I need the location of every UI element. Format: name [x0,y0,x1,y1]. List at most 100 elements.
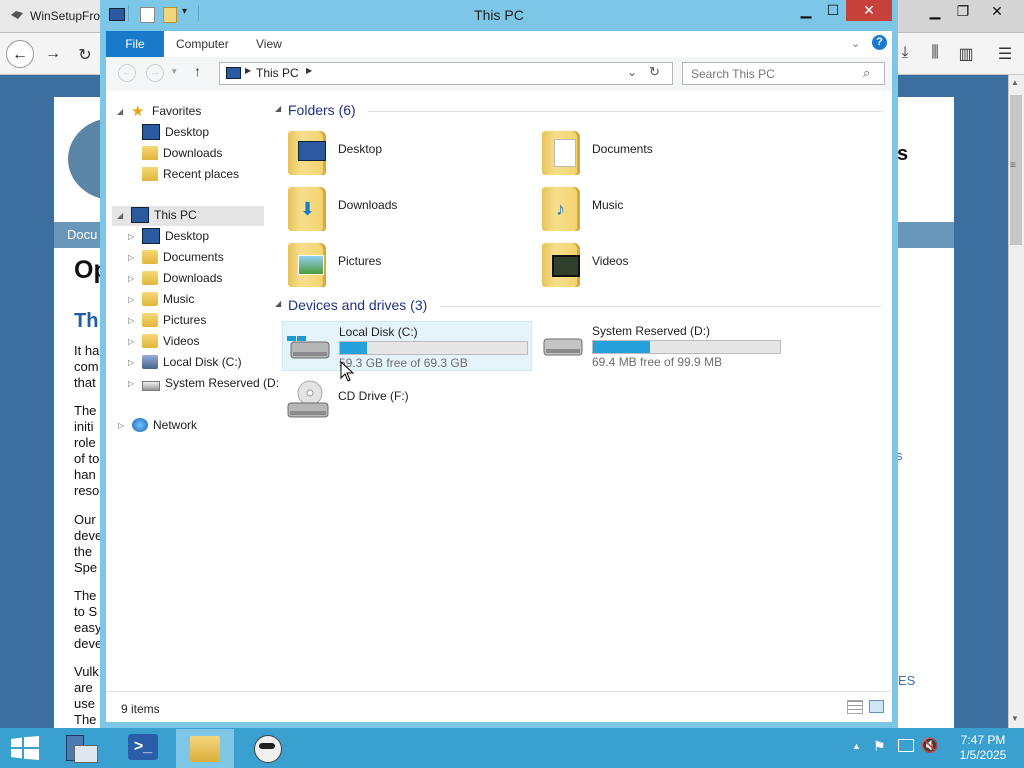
drive-cd-f[interactable]: CD Drive (F:) [282,375,532,425]
nav-pc-downloads[interactable]: ▷ Downloads [128,268,222,289]
back-icon[interactable]: ← [118,64,136,82]
search-icon[interactable]: ⌕ [863,65,870,81]
chevron-down-icon[interactable]: ⌄ [627,65,637,79]
collapse-icon[interactable]: ◢ [117,101,127,122]
nav-this-pc[interactable]: ◢ This PC [117,205,197,226]
tab-computer[interactable]: Computer [176,31,229,57]
folder-pictures[interactable]: Pictures [282,237,532,289]
folder-music[interactable]: ♪ Music [536,181,786,233]
browser-restore-button[interactable]: ❐ [946,0,980,22]
server-manager-icon[interactable] [64,733,98,763]
drive-system-reserved-d[interactable]: System Reserved (D:) 69.4 MB free of 99.… [536,321,786,371]
collapse-icon[interactable]: ◢ [117,205,127,226]
folders-group-header[interactable]: Folders (6) [288,102,356,118]
breadcrumb-this-pc[interactable]: This PC [256,66,299,80]
collapse-group-icon[interactable]: ◢ [275,299,281,308]
expand-icon[interactable]: ▷ [128,331,138,352]
star-icon: ★ [131,103,145,121]
recent-locations-icon[interactable]: ▾ [172,66,177,77]
music-folder-icon: ♪ [542,187,580,231]
expand-icon[interactable]: ▷ [128,310,138,331]
search-input[interactable]: Search This PC [691,67,775,81]
chevron-right-icon[interactable]: ▶ [245,66,251,75]
sidebar-icon[interactable]: ▥ [955,44,977,64]
clock-time: 7:47 PM [960,733,1006,747]
nav-favorites-downloads[interactable]: Downloads [142,143,222,164]
grip-icon: ≡ [1010,160,1016,171]
nav-pc-music[interactable]: ▷ Music [128,289,194,310]
nav-pc-local-disk[interactable]: ▷ Local Disk (C:) [128,352,242,373]
title-bar[interactable]: ▾ This PC ▁ ☐ ✕ [100,0,898,30]
recent-places-icon [142,166,158,181]
start-button[interactable] [11,736,39,760]
downloads-folder-icon [142,145,158,160]
menu-icon[interactable]: ☰ [994,44,1016,64]
tab-file[interactable]: File [106,31,164,57]
documents-folder-icon [142,249,158,264]
expand-icon[interactable]: ▷ [128,373,138,394]
expand-icon[interactable]: ▷ [128,289,138,310]
this-pc-icon [226,67,241,79]
drive-local-disk-c[interactable]: Local Disk (C:) 59.3 GB free of 69.3 GB [282,321,532,371]
close-button[interactable]: ✕ [846,0,892,21]
minimize-button[interactable]: ▁ [792,0,820,21]
action-center-flag-icon[interactable]: ⚑ [873,738,886,755]
ribbon-expand-icon[interactable]: ⌄ [851,37,860,50]
expand-icon[interactable]: ▷ [128,268,138,289]
nav-pc-videos[interactable]: ▷ Videos [128,331,199,352]
nav-pc-pictures[interactable]: ▷ Pictures [128,310,206,331]
web-paragraph: Our deve the Spe [74,512,103,575]
tab-view[interactable]: View [256,31,282,57]
powershell-icon[interactable]: >_ [128,734,158,760]
videos-folder-icon [542,243,580,287]
browser-tab[interactable]: WinSetupFro [0,0,100,32]
nav-favorites-recent[interactable]: Recent places [142,164,239,185]
expand-icon[interactable]: ▷ [118,415,128,436]
up-icon[interactable]: ↑ [194,63,201,79]
volume-muted-icon[interactable]: 🔇 [921,737,938,754]
folder-documents[interactable]: Documents [536,125,786,177]
folder-downloads[interactable]: ⬇ Downloads [282,181,532,233]
web-right-link[interactable]: ES [898,673,915,688]
nav-network[interactable]: ▷ Network [118,415,197,436]
expand-icon[interactable]: ▷ [128,247,138,268]
show-hidden-icons[interactable]: ▲ [852,741,861,751]
network-tray-icon[interactable] [898,739,914,752]
desktop-icon [142,227,160,244]
taskbar-explorer-button[interactable] [176,729,234,768]
web-paragraph: The initi role of to han reso [74,403,100,498]
nav-pc-documents[interactable]: ▷ Documents [128,247,224,268]
firefox-icon[interactable] [250,733,284,765]
collapse-group-icon[interactable]: ◢ [275,104,281,113]
large-icons-view-icon[interactable] [869,700,884,713]
browser-close-button[interactable]: ✕ [980,0,1014,22]
address-bar[interactable]: ▶ This PC ▶ ⌄ ↻ [219,62,673,85]
devices-group-header[interactable]: Devices and drives (3) [288,297,427,313]
expand-icon[interactable]: ▷ [128,226,138,247]
videos-folder-icon [142,333,158,348]
refresh-icon[interactable]: ↻ [649,64,660,80]
details-view-icon[interactable] [847,700,863,714]
nav-favorites[interactable]: ◢ ★ Favorites [117,101,201,122]
back-button[interactable]: ← [6,40,34,68]
pictures-folder-icon [142,312,158,327]
folder-videos[interactable]: Videos [536,237,786,289]
reload-button[interactable]: ↻ [74,45,96,65]
web-nav-text[interactable]: Docu [67,227,97,242]
folder-desktop[interactable]: Desktop [282,125,532,177]
maximize-button[interactable]: ☐ [820,0,846,21]
clock[interactable]: 7:47 PM 1/5/2025 [950,733,1016,763]
library-icon[interactable]: ⫼ [924,44,946,64]
chevron-right-icon[interactable]: ▶ [306,66,312,75]
nav-pc-system-reserved[interactable]: ▷ System Reserved (D: [128,373,279,394]
scroll-up-icon[interactable]: ▲ [1011,78,1019,87]
forward-button[interactable]: → [42,45,64,65]
search-box[interactable]: Search This PC ⌕ [682,62,885,85]
help-icon[interactable]: ? [872,35,887,50]
hard-drive-icon [287,336,330,359]
nav-pc-desktop[interactable]: ▷ Desktop [128,226,209,247]
expand-icon[interactable]: ▷ [128,352,138,373]
forward-icon[interactable]: → [146,64,164,82]
scroll-down-icon[interactable]: ▼ [1011,714,1019,723]
nav-favorites-desktop[interactable]: Desktop [142,122,209,143]
